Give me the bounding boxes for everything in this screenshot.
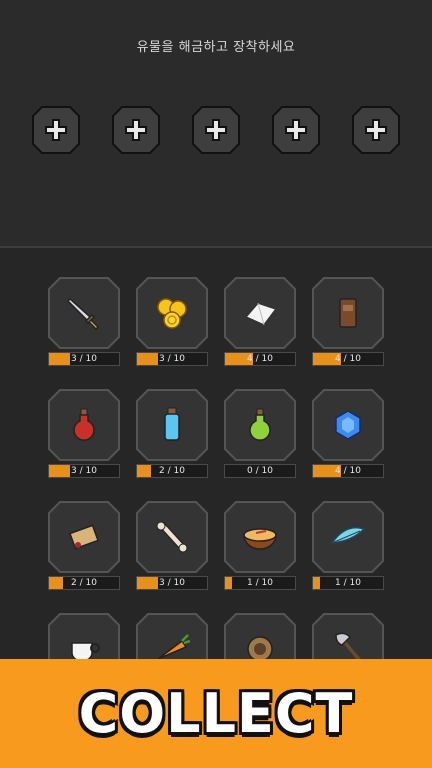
relic-card — [136, 277, 208, 349]
progress-bar: 1 / 10 — [312, 576, 384, 590]
bone-icon — [152, 517, 192, 557]
progress-bar: 3 / 10 — [48, 352, 120, 366]
equip-slot-3[interactable] — [192, 106, 240, 154]
relic-card — [48, 389, 120, 461]
equip-slot-1[interactable] — [32, 106, 80, 154]
progress-bar: 3 / 10 — [136, 352, 208, 366]
plus-icon — [44, 118, 68, 146]
gold-coins-icon — [152, 293, 192, 333]
plus-icon — [204, 118, 228, 146]
plus-icon — [284, 118, 308, 146]
equip-slot-4[interactable] — [272, 106, 320, 154]
page-title: 유물을 해금하고 장착하세요 — [136, 40, 296, 55]
relic-card — [224, 501, 296, 573]
green-potion-icon — [240, 405, 280, 445]
relic-item[interactable]: 3 / 10 — [48, 389, 120, 481]
progress-bar: 1 / 10 — [224, 576, 296, 590]
relic-item[interactable]: 4 / 10 — [312, 277, 384, 369]
progress-label: 1 / 10 — [335, 578, 361, 588]
relic-card — [224, 389, 296, 461]
progress-label: 2 / 10 — [159, 466, 185, 476]
progress-bar: 3 / 10 — [136, 576, 208, 590]
banner-text: COLLECT — [78, 682, 354, 745]
relic-item[interactable]: 1 / 10 — [312, 501, 384, 593]
progress-bar: 4 / 10 — [312, 464, 384, 478]
relic-item[interactable]: 2 / 10 — [136, 389, 208, 481]
white-gem-icon — [240, 293, 280, 333]
progress-label: 4 / 10 — [247, 354, 273, 364]
blue-gem-icon — [328, 405, 368, 445]
equip-slot-2[interactable] — [112, 106, 160, 154]
feather-icon — [328, 517, 368, 557]
soup-bowl-icon — [240, 517, 280, 557]
progress-label: 0 / 10 — [247, 466, 273, 476]
relic-item[interactable]: 4 / 10 — [312, 389, 384, 481]
progress-label: 3 / 10 — [71, 354, 97, 364]
progress-label: 3 / 10 — [159, 354, 185, 364]
progress-label: 4 / 10 — [335, 354, 361, 364]
relic-card — [136, 501, 208, 573]
red-potion-icon — [64, 405, 104, 445]
relic-card — [312, 277, 384, 349]
relic-item[interactable]: 2 / 10 — [48, 501, 120, 593]
progress-label: 1 / 10 — [247, 578, 273, 588]
progress-label: 3 / 10 — [159, 578, 185, 588]
progress-label: 4 / 10 — [335, 466, 361, 476]
relic-item[interactable]: 4 / 10 — [224, 277, 296, 369]
sword-icon — [64, 293, 104, 333]
equip-slot-5[interactable] — [352, 106, 400, 154]
blue-potion-icon — [152, 405, 192, 445]
progress-bar: 0 / 10 — [224, 464, 296, 478]
progress-bar: 4 / 10 — [312, 352, 384, 366]
progress-bar: 4 / 10 — [224, 352, 296, 366]
scroll-icon — [64, 517, 104, 557]
relic-card — [136, 389, 208, 461]
plus-icon — [124, 118, 148, 146]
equip-panel: 유물을 해금하고 장착하세요 — [0, 0, 432, 246]
wooden-plank-icon — [328, 293, 368, 333]
relic-card — [48, 501, 120, 573]
relic-item[interactable]: 0 / 10 — [224, 389, 296, 481]
relic-card — [312, 389, 384, 461]
relic-card — [224, 277, 296, 349]
relic-item[interactable]: 3 / 10 — [48, 277, 120, 369]
relic-card — [312, 501, 384, 573]
relic-item[interactable]: 3 / 10 — [136, 501, 208, 593]
collect-banner: COLLECT — [0, 659, 432, 768]
progress-bar: 2 / 10 — [136, 464, 208, 478]
relic-item[interactable]: 1 / 10 — [224, 501, 296, 593]
progress-bar: 2 / 10 — [48, 576, 120, 590]
plus-icon — [364, 118, 388, 146]
progress-label: 3 / 10 — [71, 466, 97, 476]
progress-bar: 3 / 10 — [48, 464, 120, 478]
progress-label: 2 / 10 — [71, 578, 97, 588]
relic-item[interactable]: 3 / 10 — [136, 277, 208, 369]
relic-card — [48, 277, 120, 349]
